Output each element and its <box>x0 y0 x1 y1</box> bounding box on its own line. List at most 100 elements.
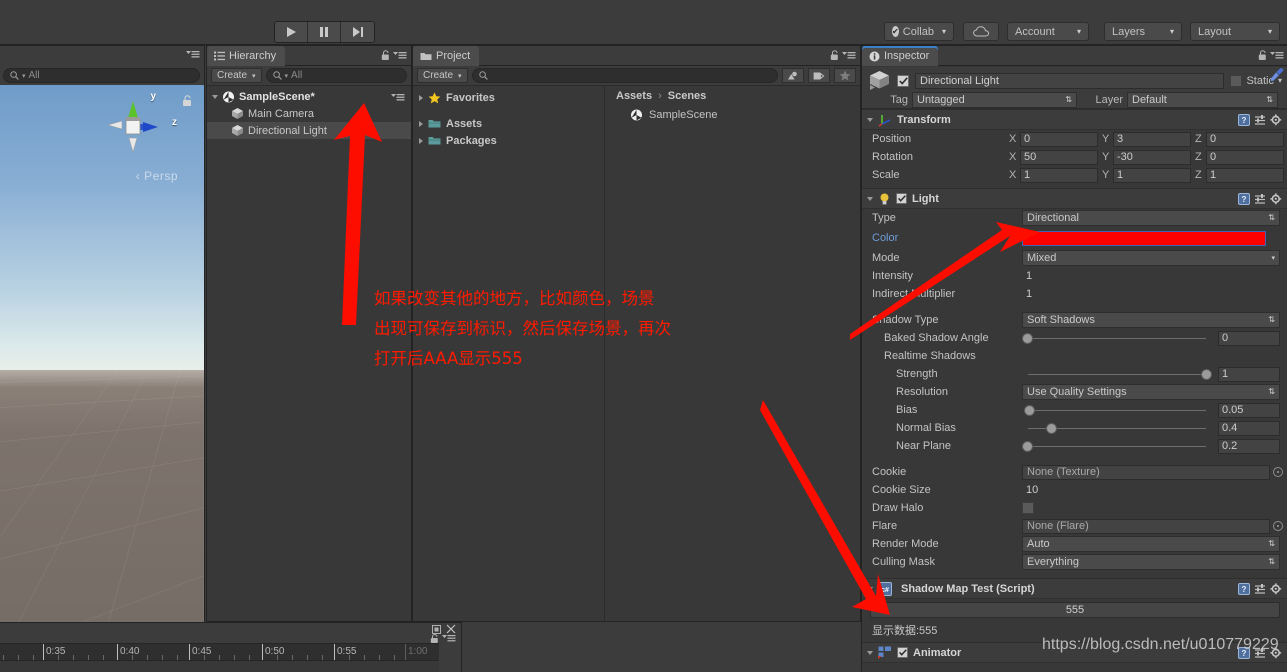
lock-icon[interactable] <box>182 95 192 107</box>
hierarchy-scene-row[interactable]: SampleScene* <box>207 88 411 105</box>
chevron-right-icon[interactable] <box>419 137 423 144</box>
light-color-swatch[interactable] <box>1022 230 1266 246</box>
component-header-light[interactable]: Light ? <box>862 188 1287 209</box>
help-icon[interactable]: ? <box>1238 192 1250 205</box>
account-button[interactable]: Account ▾ <box>1007 22 1089 41</box>
favorite-filter-button[interactable] <box>834 68 856 83</box>
pause-button[interactable] <box>308 22 341 42</box>
component-header-animator[interactable]: Animator ? <box>862 642 1287 663</box>
timeline-ruler[interactable]: 0:35 0:40 0:45 0:50 0:55 1:00 <box>0 643 461 661</box>
tab-inspector[interactable]: Inspector <box>862 46 939 66</box>
lock-icon[interactable] <box>381 49 390 61</box>
light-intensity-input[interactable]: 1 <box>1022 269 1280 284</box>
tab-project[interactable]: Project <box>413 46 480 66</box>
script-value-button[interactable]: 555 <box>870 602 1280 618</box>
scene-search-input[interactable]: ▾ All <box>3 68 200 83</box>
tag-dropdown[interactable]: Untagged ⇅ <box>912 92 1077 108</box>
shadow-resolution-dropdown[interactable]: Use Quality Settings ⇅ <box>1022 384 1280 400</box>
scale-x-input[interactable]: 1 <box>1020 167 1098 183</box>
light-indirect-input[interactable]: 1 <box>1022 287 1280 302</box>
render-mode-dropdown[interactable]: Auto ⇅ <box>1022 536 1280 552</box>
baked-shadow-angle-slider[interactable] <box>1022 331 1212 346</box>
shadow-type-dropdown[interactable]: Soft Shadows ⇅ <box>1022 312 1280 328</box>
component-header-transform[interactable]: Transform ? <box>862 109 1287 130</box>
layer-dropdown[interactable]: Default ⇅ <box>1127 92 1278 108</box>
light-enabled-checkbox[interactable] <box>896 193 907 204</box>
chevron-right-icon[interactable] <box>419 94 423 101</box>
project-search-input[interactable] <box>471 68 778 83</box>
play-button[interactable] <box>275 22 308 42</box>
slider-knob[interactable] <box>1022 332 1033 344</box>
preset-icon[interactable] <box>1254 583 1266 595</box>
asset-item-samplescene[interactable]: SampleScene <box>606 106 860 124</box>
cookie-object-field[interactable]: None (Texture) <box>1022 464 1283 480</box>
panel-options-icon[interactable] <box>186 48 200 60</box>
gear-icon[interactable] <box>1270 192 1283 205</box>
hierarchy-search-input[interactable]: ▾ All <box>265 68 407 83</box>
baked-shadow-angle-input[interactable]: 0 <box>1218 330 1280 346</box>
breadcrumb-root[interactable]: Assets <box>616 90 652 102</box>
chevron-down-icon[interactable] <box>867 586 873 591</box>
step-button[interactable] <box>341 22 374 42</box>
scene-viewport[interactable]: y z ‹ Persp <box>0 85 204 622</box>
gameobject-enabled-checkbox[interactable] <box>897 74 909 87</box>
slider-knob[interactable] <box>1046 422 1057 434</box>
cloud-services-button[interactable] <box>963 22 999 41</box>
help-icon[interactable]: ? <box>1238 582 1250 595</box>
chevron-down-icon[interactable] <box>867 650 873 655</box>
help-icon[interactable]: ? <box>1238 646 1250 659</box>
project-create-button[interactable]: Create ▾ <box>417 68 468 83</box>
scene-context-menu-icon[interactable] <box>391 91 405 103</box>
tab-hierarchy[interactable]: Hierarchy <box>207 46 286 66</box>
slider-knob[interactable] <box>1024 404 1035 416</box>
lock-icon[interactable] <box>1258 49 1267 61</box>
shadow-strength-slider[interactable] <box>1022 367 1212 382</box>
gameobject-name-input[interactable]: Directional Light <box>915 72 1225 89</box>
preset-icon[interactable] <box>1254 647 1266 659</box>
flare-object-field[interactable]: None (Flare) <box>1022 518 1283 534</box>
slider-knob[interactable] <box>1022 440 1033 452</box>
hierarchy-item-main-camera[interactable]: Main Camera <box>207 105 411 122</box>
shadow-strength-input[interactable]: 1 <box>1218 366 1280 382</box>
rotation-x-input[interactable]: 50 <box>1020 149 1098 165</box>
shadow-bias-slider[interactable] <box>1022 403 1212 418</box>
project-tree-item-packages[interactable]: Packages <box>413 132 604 149</box>
position-z-input[interactable]: 0 <box>1206 131 1284 147</box>
gear-icon[interactable] <box>1270 646 1283 659</box>
hierarchy-create-button[interactable]: Create ▾ <box>211 68 262 83</box>
lock-icon[interactable] <box>830 49 839 61</box>
filter-by-label-button[interactable] <box>808 68 830 83</box>
chevron-down-icon[interactable] <box>867 196 873 201</box>
static-checkbox[interactable] <box>1230 74 1243 87</box>
light-type-dropdown[interactable]: Directional ⇅ <box>1022 210 1280 226</box>
panel-options-icon[interactable] <box>842 49 856 61</box>
timeline-track-area[interactable] <box>0 661 461 672</box>
chevron-down-icon[interactable] <box>867 117 873 122</box>
eyedropper-icon[interactable] <box>1270 67 1284 82</box>
preset-icon[interactable] <box>1254 114 1266 126</box>
culling-mask-dropdown[interactable]: Everything ⇅ <box>1022 554 1280 570</box>
rotation-y-input[interactable]: -30 <box>1113 149 1191 165</box>
panel-options-icon[interactable] <box>1270 49 1284 61</box>
object-picker-icon[interactable] <box>1273 467 1283 477</box>
filter-by-type-button[interactable] <box>782 68 804 83</box>
gear-icon[interactable] <box>1270 113 1283 126</box>
project-tree-item-assets[interactable]: Assets <box>413 115 604 132</box>
draw-halo-checkbox[interactable] <box>1022 502 1034 514</box>
normal-bias-input[interactable]: 0.4 <box>1218 420 1280 436</box>
rotation-z-input[interactable]: 0 <box>1206 149 1284 165</box>
hierarchy-item-directional-light[interactable]: Directional Light <box>207 122 411 139</box>
lock-icon[interactable] <box>430 633 439 644</box>
light-mode-dropdown[interactable]: Mixed ▾ <box>1022 250 1280 266</box>
object-picker-icon[interactable] <box>1273 521 1283 531</box>
layout-button[interactable]: Layout ▾ <box>1190 22 1280 41</box>
chevron-right-icon[interactable] <box>419 120 423 127</box>
slider-knob[interactable] <box>1201 368 1212 380</box>
scene-projection-label[interactable]: ‹ Persp <box>136 169 178 183</box>
normal-bias-slider[interactable] <box>1022 421 1212 436</box>
shadow-bias-input[interactable]: 0.05 <box>1218 402 1280 418</box>
cookie-size-input[interactable]: 10 <box>1022 483 1280 498</box>
component-header-shadow-map-test[interactable]: c# Shadow Map Test (Script) ? <box>862 578 1287 599</box>
collab-button[interactable]: ✔ Collab ▾ <box>884 22 954 41</box>
panel-options-icon[interactable] <box>393 49 407 61</box>
